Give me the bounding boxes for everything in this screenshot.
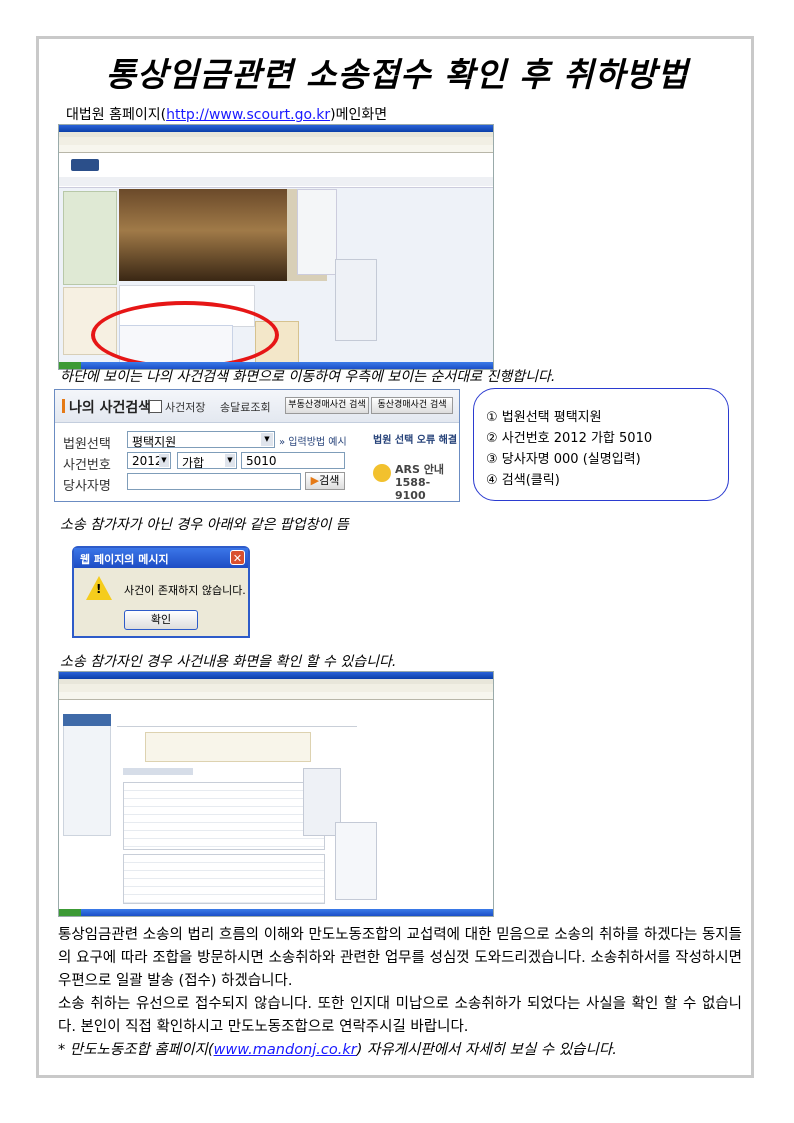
caption-2: 소송 참가자가 아닌 경우 아래와 같은 팝업창이 뜸 — [60, 517, 349, 533]
year-select[interactable]: 2012 ▼ — [127, 452, 171, 469]
movable-auction-button[interactable]: 동산경매사건 검색 — [371, 397, 453, 414]
search-button-label: 검색 — [319, 474, 340, 487]
case-tabs — [123, 768, 193, 775]
scourt-link[interactable]: http://www.scourt.go.kr — [166, 107, 330, 123]
ars-title: ARS 안내 — [395, 463, 444, 476]
browser-addressbar — [59, 145, 493, 153]
scourt-logo — [71, 159, 99, 171]
case-number-input[interactable]: 5010 — [241, 452, 345, 469]
screenshot-case-details — [58, 671, 494, 917]
save-case-label: 사건저장 — [165, 401, 206, 414]
content-header — [117, 718, 357, 727]
court-error-link[interactable]: 법원 선택 오류 해결 — [373, 431, 457, 446]
play-icon: ▶ — [310, 474, 320, 487]
browser-titlebar — [59, 125, 493, 132]
court-label: 법원선택 — [63, 437, 111, 452]
footer-suffix: ) 자유게시판에서 자세히 보실 수 있습니다. — [356, 1042, 617, 1058]
info-banner — [145, 732, 311, 762]
highlight-oval — [91, 301, 279, 369]
step-3: ③ 당사자명 000 (실명입력) — [486, 452, 641, 467]
caption-1: 하단에 보이는 나의 사건검색 화면으로 이동하여 우측에 보이는 순서대로 진… — [60, 369, 556, 385]
party-name-label: 당사자명 — [63, 479, 111, 494]
chevron-down-icon: ▼ — [261, 433, 273, 446]
case-info-table — [123, 782, 325, 850]
ars-icon — [373, 464, 391, 482]
left-menu — [63, 714, 111, 836]
step-1: ① 법원선택 평택지원 — [486, 410, 602, 425]
right-quick-menu — [297, 189, 337, 275]
steps-note: ① 법원선택 평택지원 ② 사건번호 2012 가합 5010 ③ 당사자명 0… — [473, 388, 729, 501]
taskbar — [59, 909, 493, 916]
courtroom-photo — [119, 189, 287, 281]
close-icon[interactable]: ✕ — [230, 550, 245, 565]
browser-titlebar — [59, 672, 493, 679]
case-type-value: 가합 — [182, 456, 205, 470]
step-2: ② 사건번호 2012 가합 5010 — [486, 431, 653, 446]
mandonj-link[interactable]: www.mandonj.co.kr — [214, 1042, 357, 1058]
dialog-title: 웹 페이지의 메시지 — [80, 553, 169, 566]
save-case-checkbox[interactable] — [149, 400, 162, 413]
paragraph-2: 소송 취하는 유선으로 접수되지 않습니다. 또한 인지대 미납으로 소송취하가… — [58, 996, 742, 1035]
browser-addressbar — [59, 692, 493, 700]
header-accent — [62, 399, 65, 413]
court-select[interactable]: 평택지원 ▼ — [127, 431, 275, 449]
case-number-value: 5010 — [246, 454, 277, 468]
ars-number: 1588-9100 — [395, 476, 431, 502]
chevron-down-icon: ▼ — [225, 454, 235, 467]
start-button — [59, 909, 81, 916]
warning-mark: ! — [96, 582, 102, 596]
dialog-ok-button[interactable]: 확인 — [124, 610, 198, 630]
step-4: ④ 검색(클릭) — [486, 473, 560, 488]
footer-note: * 만도노동조합 홈페이지(www.mandonj.co.kr) 자유게시판에서… — [58, 1039, 742, 1062]
left-menu-header — [63, 714, 111, 726]
dialog-message: 사건이 존재하지 않습니다. — [124, 584, 246, 597]
right-list — [335, 822, 377, 900]
subtitle-suffix: )메인화면 — [330, 107, 388, 123]
postage-lookup-link[interactable]: 송달료조회 — [220, 399, 271, 415]
court-select-value: 평택지원 — [132, 435, 177, 449]
site-nav — [59, 177, 493, 186]
search-button[interactable]: ▶검색 — [305, 472, 345, 490]
paragraph-1: 통상임금관련 소송의 법리 흐름의 이해와 만도노동조합의 교섭력에 대한 믿음… — [58, 927, 742, 989]
chevron-down-icon: ▼ — [159, 454, 169, 467]
footer-prefix: * 만도노동조합 홈페이지( — [58, 1042, 214, 1058]
subtitle-prefix: 대법원 홈페이지( — [66, 107, 167, 123]
screenshot-scourt-main — [58, 124, 494, 370]
search-header-title: 나의 사건검색 — [69, 400, 152, 416]
year-value: 2012 — [132, 454, 163, 468]
case-hearing-table — [123, 854, 325, 904]
subtitle: 대법원 홈페이지(http://www.scourt.go.kr)메인화면 — [66, 104, 387, 124]
my-case-search-panel: 나의 사건검색 사건저장 송달료조회 부동산경매사건 검색 동산경매사건 검색 … — [54, 389, 460, 502]
left-banner — [63, 191, 117, 285]
page-title: 통상임금관련 소송접수 확인 후 취하방법 — [105, 55, 689, 94]
case-type-select[interactable]: 가합 ▼ — [177, 452, 237, 470]
message-dialog: 웹 페이지의 메시지 ✕ ! 사건이 존재하지 않습니다. 확인 — [72, 546, 250, 638]
real-estate-auction-button[interactable]: 부동산경매사건 검색 — [285, 397, 369, 414]
input-method-link[interactable]: » 입력방법 예시 — [279, 433, 347, 448]
case-number-label: 사건번호 — [63, 458, 111, 473]
party-name-input[interactable] — [127, 473, 301, 490]
caption-3: 소송 참가자인 경우 사건내용 화면을 확인 할 수 있습니다. — [60, 654, 397, 670]
right-sidebar — [335, 259, 377, 341]
